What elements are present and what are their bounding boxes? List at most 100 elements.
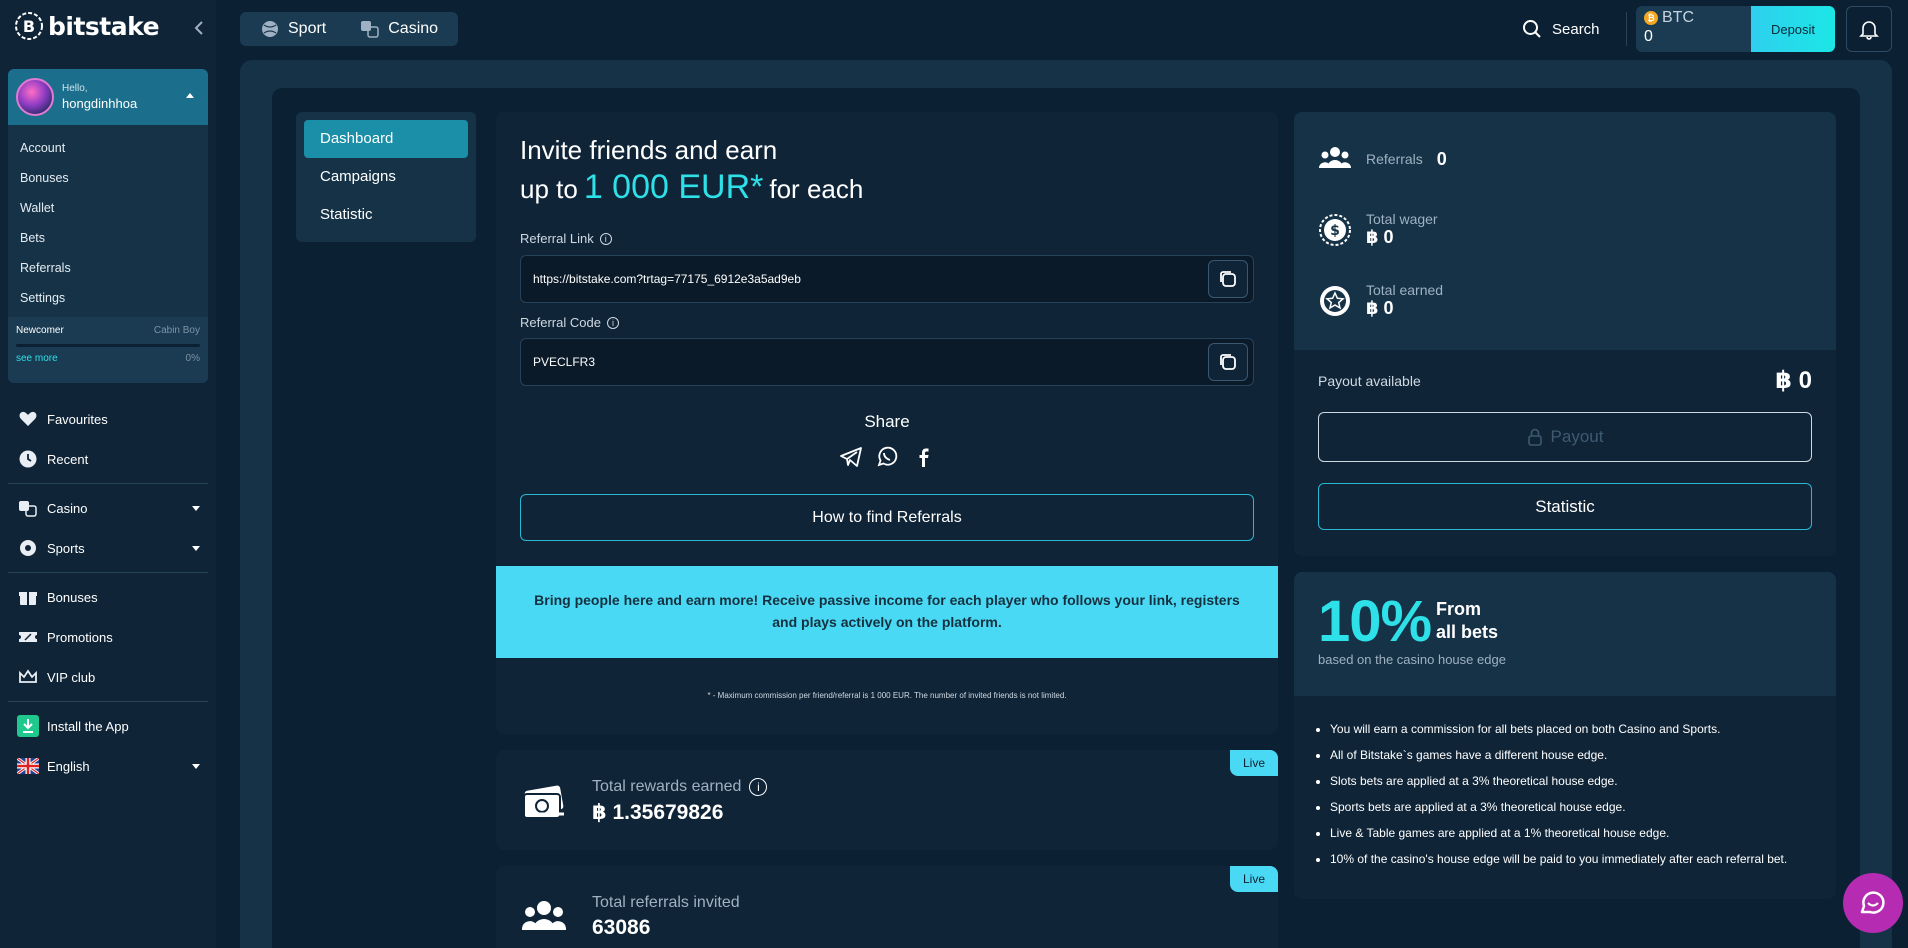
- invite-title: Invite friends and earn: [520, 135, 778, 165]
- commission-from: From all bets: [1436, 598, 1498, 645]
- gift-icon: [17, 586, 39, 608]
- referrals-count-row: Referrals 0: [1318, 142, 1447, 176]
- referral-link-field[interactable]: https://bitstake.com?trtag=77175_6912e3a…: [520, 255, 1254, 303]
- greeting: Hello,: [62, 83, 88, 94]
- invite-amount: 1 000 EUR*: [583, 168, 764, 206]
- notifications-button[interactable]: [1846, 6, 1892, 52]
- user-menu-settings[interactable]: Settings: [8, 283, 208, 313]
- tab-casino[interactable]: Casino: [340, 19, 452, 39]
- label-text: Referral Code: [520, 315, 601, 330]
- info-icon[interactable]: i: [599, 232, 612, 245]
- language-selector[interactable]: English: [0, 746, 216, 786]
- divider: [1626, 12, 1627, 46]
- wallet-amount: 0: [1644, 28, 1653, 45]
- copy-code-button[interactable]: [1208, 343, 1248, 381]
- referral-code-field[interactable]: PVECLFR3: [520, 338, 1254, 386]
- lock-icon: [1527, 428, 1543, 446]
- subnav-dashboard[interactable]: Dashboard: [304, 120, 468, 158]
- chevron-up-icon: [186, 93, 194, 98]
- users-icon: [1318, 142, 1352, 176]
- how-to-find-referrals-button[interactable]: How to find Referrals: [520, 494, 1254, 541]
- whatsapp-icon[interactable]: [875, 445, 899, 469]
- live-chat-button[interactable]: [1843, 873, 1903, 933]
- telegram-icon[interactable]: [839, 445, 863, 469]
- share-icons: [839, 445, 935, 469]
- payout-label: Payout available: [1318, 372, 1421, 389]
- brand-logo[interactable]: B bitstake: [14, 11, 160, 41]
- sidebar-item-install-app[interactable]: Install the App: [0, 706, 216, 746]
- user-menu-account[interactable]: Account: [8, 133, 208, 163]
- copy-icon: [1220, 271, 1236, 287]
- stat-value: ฿ 1.35679826: [592, 801, 724, 824]
- bitstake-logo-icon: B: [15, 12, 43, 40]
- stat-label: Total rewards earned i: [592, 778, 768, 796]
- heart-icon: [17, 408, 39, 430]
- username: hongdinhhoa: [62, 96, 138, 111]
- copy-link-button[interactable]: [1208, 260, 1248, 298]
- payout-button[interactable]: Payout: [1318, 412, 1812, 462]
- summary-stats: Referrals 0 $ Total wager ฿ 0 Total earn…: [1294, 112, 1836, 350]
- star-coin-icon: [1318, 284, 1352, 318]
- list-item: You will earn a commission for all bets …: [1330, 716, 1830, 742]
- search-button[interactable]: Search: [1522, 14, 1600, 44]
- sidebar-item-label: Recent: [47, 451, 89, 467]
- tab-label: Casino: [388, 20, 439, 37]
- user-menu-bonuses[interactable]: Bonuses: [8, 163, 208, 193]
- commission-footnote: * - Maximum commission per friend/referr…: [707, 691, 1067, 700]
- sidebar-item-vip-club[interactable]: VIP club: [0, 657, 216, 697]
- sidebar-item-bonuses[interactable]: Bonuses: [0, 577, 216, 617]
- see-more-link[interactable]: see more: [16, 353, 58, 364]
- list-item: Sports bets are applied at a 3% theoreti…: [1330, 794, 1830, 820]
- collapse-sidebar-icon[interactable]: [190, 18, 210, 38]
- ball-icon: [17, 537, 39, 559]
- earned-value: ฿ 0: [1366, 298, 1394, 318]
- side-nav: Favourites Recent Casino Sports Bonuses …: [0, 399, 216, 786]
- tab-sport[interactable]: Sport: [240, 19, 340, 39]
- sidebar-item-label: Casino: [47, 500, 88, 516]
- referral-link-value: https://bitstake.com?trtag=77175_6912e3a…: [533, 272, 801, 286]
- referrals-value: 0: [1436, 148, 1447, 169]
- sidebar-item-casino[interactable]: Casino: [0, 488, 216, 528]
- rank-current: Newcomer: [16, 325, 64, 336]
- sidebar: B bitstake Hello, hongdinhhoa Account Bo…: [0, 0, 216, 948]
- deposit-button[interactable]: Deposit: [1751, 6, 1835, 52]
- stat-label-text: Total referrals invited: [592, 894, 740, 911]
- invite-suffix: for each: [769, 174, 864, 204]
- user-menu-bets[interactable]: Bets: [8, 223, 208, 253]
- sidebar-item-favourites[interactable]: Favourites: [0, 399, 216, 439]
- copy-icon: [1220, 354, 1236, 370]
- info-icon[interactable]: i: [749, 778, 768, 796]
- payout-button-label: Payout: [1550, 427, 1604, 446]
- sidebar-item-sports[interactable]: Sports: [0, 528, 216, 568]
- referrals-label: Referrals: [1366, 151, 1423, 167]
- user-menu-wallet[interactable]: Wallet: [8, 193, 208, 223]
- referral-subnav: Dashboard Campaigns Statistic: [296, 112, 476, 242]
- list-item: 10% of the casino's house edge will be p…: [1330, 846, 1830, 872]
- wallet-balance[interactable]: ₿ BTC 0: [1636, 6, 1752, 52]
- user-dropdown-header[interactable]: Hello, hongdinhhoa: [8, 69, 208, 125]
- sidebar-item-promotions[interactable]: Promotions: [0, 617, 216, 657]
- total-wager-row: $ Total wager ฿ 0: [1318, 211, 1438, 248]
- subnav-statistic[interactable]: Statistic: [304, 196, 468, 234]
- statistic-button[interactable]: Statistic: [1318, 483, 1812, 530]
- commission-header: 10% From all bets based on the casino ho…: [1294, 572, 1836, 696]
- facebook-icon[interactable]: [911, 445, 935, 469]
- user-card: Hello, hongdinhhoa Account Bonuses Walle…: [8, 69, 208, 383]
- user-menu-referrals[interactable]: Referrals: [8, 253, 208, 283]
- divider: [8, 701, 208, 702]
- rank-next: Cabin Boy: [153, 325, 200, 336]
- sidebar-item-label: Favourites: [47, 411, 108, 427]
- list-item: Live & Table games are applied at a 1% t…: [1330, 820, 1830, 846]
- live-badge: Live: [1230, 750, 1278, 776]
- sidebar-item-recent[interactable]: Recent: [0, 439, 216, 479]
- svg-text:$: $: [1330, 223, 1340, 239]
- divider: [8, 483, 208, 484]
- rank-progress: Newcomer Cabin Boy see more 0%: [8, 317, 208, 383]
- total-rewards-card: Live Total rewards earned i ฿ 1.35679826: [496, 750, 1278, 850]
- avatar: [16, 78, 54, 116]
- list-item: Slots bets are applied at a 3% theoretic…: [1330, 768, 1830, 794]
- subnav-campaigns[interactable]: Campaigns: [304, 158, 468, 196]
- info-icon[interactable]: i: [606, 316, 619, 329]
- bell-icon: [1858, 18, 1880, 40]
- tab-label: Sport: [288, 20, 327, 37]
